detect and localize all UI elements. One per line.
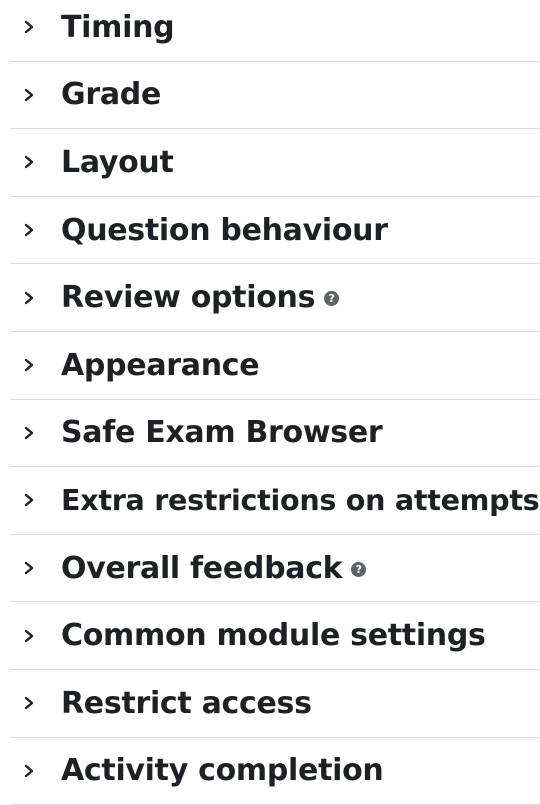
section-extra-restrictions[interactable]: Extra restrictions on attempts [10,467,540,535]
chevron-right-icon[interactable] [10,421,61,445]
section-label[interactable]: Extra restrictions on attempts [61,483,540,517]
settings-section-list: Timing Grade Layout Question behaviour R… [10,0,540,805]
section-label[interactable]: Review options [61,280,315,315]
section-restrict-access[interactable]: Restrict access [10,670,540,738]
section-timing[interactable]: Timing [10,0,540,62]
section-label[interactable]: Safe Exam Browser [61,415,383,450]
chevron-right-icon[interactable] [10,15,61,39]
chevron-right-icon[interactable] [10,691,61,715]
section-label[interactable]: Overall feedback [61,551,343,586]
section-label[interactable]: Activity completion [61,753,384,788]
chevron-right-icon[interactable] [10,624,61,648]
section-label[interactable]: Layout [61,145,174,180]
section-appearance[interactable]: Appearance [10,332,540,400]
chevron-right-icon[interactable] [10,556,61,580]
section-label[interactable]: Restrict access [61,686,312,721]
section-label[interactable]: Grade [61,77,161,112]
question-circle-icon[interactable]: ? [324,291,340,307]
section-layout[interactable]: Layout [10,129,540,197]
section-safe-exam-browser[interactable]: Safe Exam Browser [10,400,540,468]
section-grade[interactable]: Grade [10,62,540,130]
section-activity-completion[interactable]: Activity completion [10,738,540,805]
chevron-right-icon[interactable] [10,488,61,512]
section-review-options[interactable]: Review options ? [10,264,540,332]
section-common-module-settings[interactable]: Common module settings [10,602,540,670]
chevron-right-icon[interactable] [10,150,61,174]
section-label[interactable]: Common module settings [61,618,486,653]
question-circle-icon[interactable]: ? [351,561,367,577]
chevron-right-icon[interactable] [10,353,61,377]
section-overall-feedback[interactable]: Overall feedback ? [10,535,540,603]
section-label[interactable]: Timing [61,10,175,45]
chevron-right-icon[interactable] [10,83,61,107]
chevron-right-icon[interactable] [10,759,61,783]
chevron-right-icon[interactable] [10,218,61,242]
chevron-right-icon[interactable] [10,286,61,310]
section-label[interactable]: Appearance [61,348,260,383]
section-question-behaviour[interactable]: Question behaviour [10,197,540,265]
section-label[interactable]: Question behaviour [61,213,388,248]
